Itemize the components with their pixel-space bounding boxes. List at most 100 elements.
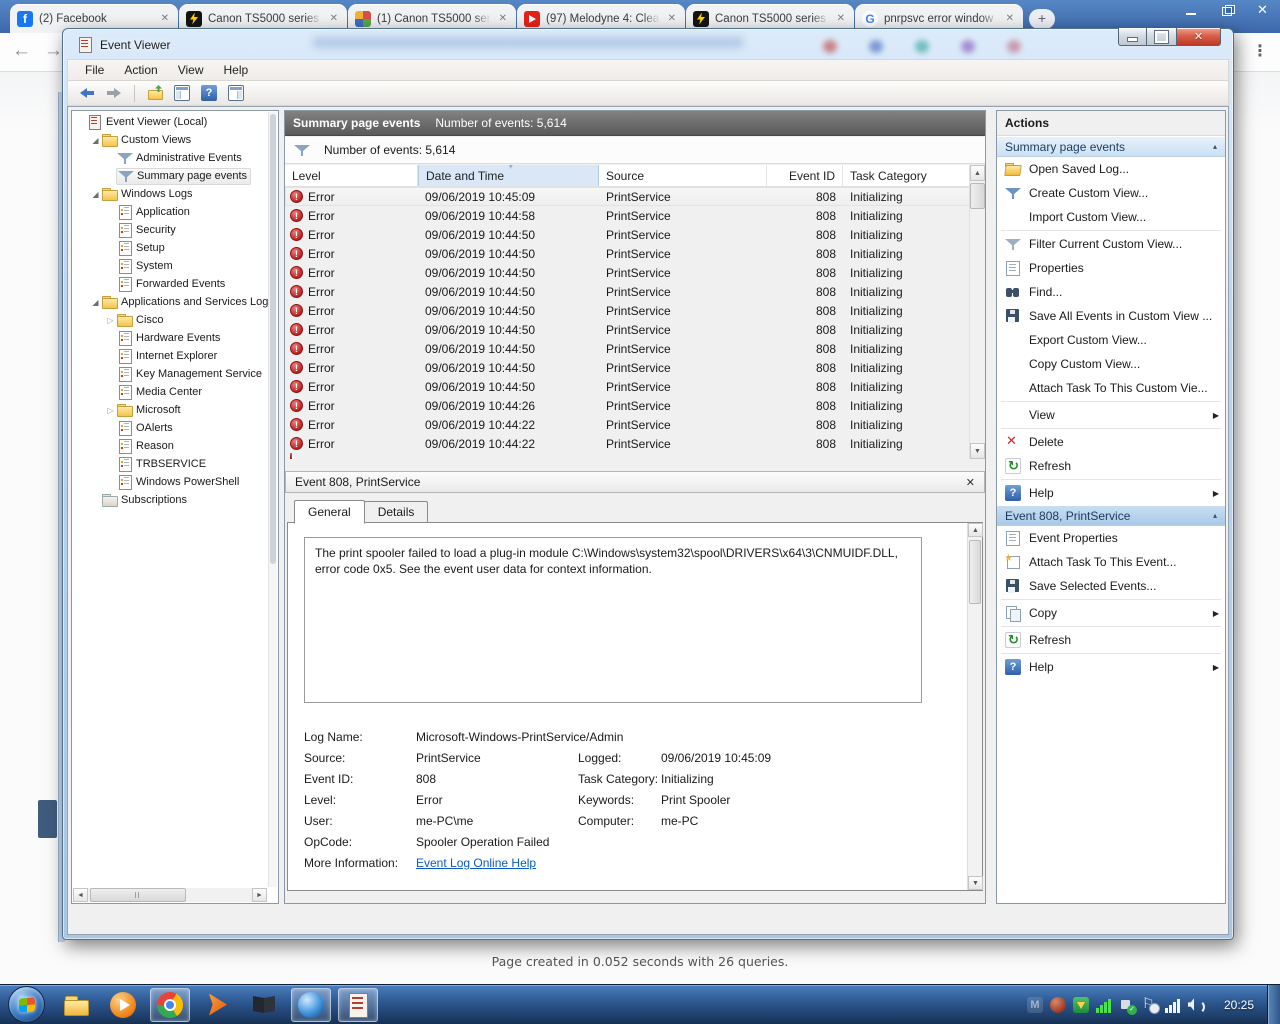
expander-icon[interactable]: ◢: [90, 136, 101, 145]
tab-close-icon[interactable]: ✕: [835, 11, 847, 26]
close-icon[interactable]: [1256, 5, 1270, 17]
toolbar-export-log-button[interactable]: [144, 82, 166, 104]
tab-close-icon[interactable]: ✕: [666, 11, 678, 26]
scroll-up-button[interactable]: ▲: [970, 165, 985, 181]
taskbar-play-orange-button[interactable]: [197, 988, 237, 1022]
taskbar-explorer-button[interactable]: [56, 988, 96, 1022]
restore-icon[interactable]: [1220, 5, 1234, 17]
tree-item-system[interactable]: System: [73, 257, 268, 275]
action-create-custom-view[interactable]: Create Custom View...: [997, 181, 1225, 205]
tree-item-event-viewer-local[interactable]: Event Viewer (Local): [73, 113, 268, 131]
scroll-left-button[interactable]: ◄: [73, 888, 88, 902]
column-header-level[interactable]: Level: [285, 165, 418, 186]
tree-item-application[interactable]: Application: [73, 203, 268, 221]
action-refresh[interactable]: Refresh: [997, 628, 1225, 652]
event-row[interactable]: Error09/06/2019 10:44:26PrintService808I…: [285, 396, 971, 415]
taskbar-event-viewer-button[interactable]: [338, 988, 378, 1022]
tree-item-microsoft[interactable]: ▷Microsoft: [73, 401, 268, 419]
event-row[interactable]: Error09/06/2019 10:44:50PrintService808I…: [285, 263, 971, 282]
browser-menu-icon[interactable]: ⋮: [1252, 41, 1268, 61]
event-row[interactable]: Error09/06/2019 10:44:50PrintService808I…: [285, 282, 971, 301]
scroll-down-button[interactable]: ▼: [970, 443, 985, 459]
event-row[interactable]: Error09/06/2019 10:44:50PrintService808I…: [285, 244, 971, 263]
scroll-right-button[interactable]: ►: [252, 888, 267, 902]
tree-item-administrative-events[interactable]: Administrative Events: [73, 149, 268, 167]
event-row[interactable]: Error09/06/2019 10:44:50PrintService808I…: [285, 339, 971, 358]
column-header-source[interactable]: Source: [599, 165, 767, 186]
event-row[interactable]: Error09/06/2019 10:44:50PrintService808I…: [285, 225, 971, 244]
event-row[interactable]: Error09/06/2019 10:44:58PrintService808I…: [285, 206, 971, 225]
event-row[interactable]: Error09/06/2019 10:44:50PrintService808I…: [285, 377, 971, 396]
close-button[interactable]: [1176, 28, 1221, 46]
action-filter-current-custom-view[interactable]: Filter Current Custom View...: [997, 232, 1225, 256]
event-row[interactable]: Error09/06/2019 10:44:22PrintService808I…: [285, 415, 971, 434]
taskbar-media-orange-button[interactable]: [103, 988, 143, 1022]
column-header-date-and-time[interactable]: Date and Time▾: [418, 165, 599, 186]
action-import-custom-view[interactable]: Import Custom View...: [997, 205, 1225, 229]
network-signal-icon[interactable]: [1165, 997, 1181, 1013]
browser-back-button[interactable]: ←: [12, 40, 31, 62]
tree-item-forwarded-events[interactable]: Forwarded Events: [73, 275, 268, 293]
tree-item-summary-page-events[interactable]: Summary page events: [73, 167, 268, 185]
action-event-properties[interactable]: Event Properties: [997, 526, 1225, 550]
tree-item-setup[interactable]: Setup: [73, 239, 268, 257]
tab-general[interactable]: General: [294, 500, 365, 524]
tree-item-hardware-events[interactable]: Hardware Events: [73, 329, 268, 347]
malwarebytes-icon[interactable]: [1027, 997, 1043, 1013]
action-copy-custom-view[interactable]: Copy Custom View...: [997, 352, 1225, 376]
tree-item-trbservice[interactable]: TRBSERVICE: [73, 455, 268, 473]
action-save-selected-events[interactable]: Save Selected Events...: [997, 574, 1225, 598]
taskbar-chrome-button[interactable]: [150, 988, 190, 1022]
toolbar-console-tree-button[interactable]: [171, 82, 193, 104]
scrollbar-thumb[interactable]: [270, 114, 276, 564]
expander-icon[interactable]: ▷: [105, 406, 116, 415]
event-row[interactable]: Error09/06/2019 10:44:22PrintService808I…: [285, 434, 971, 453]
show-desktop-button[interactable]: [1267, 985, 1280, 1024]
tree-item-subscriptions[interactable]: Subscriptions: [73, 491, 268, 509]
volume-icon[interactable]: [1188, 997, 1204, 1013]
scroll-down-button[interactable]: ▼: [968, 876, 983, 890]
event-row[interactable]: Error09/06/2019 10:44:50PrintService808I…: [285, 320, 971, 339]
idm-green-icon[interactable]: [1073, 997, 1089, 1013]
taskbar-clock[interactable]: 20:25: [1224, 985, 1254, 1024]
event-row[interactable]: Error09/06/2019 10:44:50PrintService808I…: [285, 301, 971, 320]
tree-item-reason[interactable]: Reason: [73, 437, 268, 455]
action-section-header[interactable]: Summary page events▴: [997, 136, 1225, 157]
menu-view[interactable]: View: [169, 61, 213, 79]
tree-item-windows-powershell[interactable]: Windows PowerShell: [73, 473, 268, 491]
detail-scrollbar[interactable]: ▲ ▼: [967, 523, 982, 890]
tree-item-applications-and-services-logs[interactable]: ◢Applications and Services Logs: [73, 293, 268, 311]
taskbar-book-dark-button[interactable]: [244, 988, 284, 1022]
titlebar[interactable]: Event Viewer: [63, 29, 1233, 59]
action-help[interactable]: Help▶: [997, 655, 1225, 679]
taskbar-app-blue-button[interactable]: [291, 988, 331, 1022]
action-save-all-events-in-custom-view[interactable]: Save All Events in Custom View ...: [997, 304, 1225, 328]
tab-close-icon[interactable]: ✕: [1004, 11, 1016, 26]
pane-splitter[interactable]: [285, 459, 985, 471]
column-header-task-category[interactable]: Task Category: [843, 165, 971, 186]
scrollbar-thumb[interactable]: [90, 888, 186, 902]
menu-help[interactable]: Help: [215, 61, 258, 79]
minimize-button[interactable]: [1118, 28, 1147, 46]
action-attach-task-to-this-custom-vie[interactable]: Attach Task To This Custom Vie...: [997, 376, 1225, 400]
action-open-saved-log[interactable]: Open Saved Log...: [997, 157, 1225, 181]
column-header-event-id[interactable]: Event ID: [767, 165, 843, 186]
tree-item-oalerts[interactable]: OAlerts: [73, 419, 268, 437]
toolbar-action-pane-button[interactable]: [225, 82, 247, 104]
action-view[interactable]: View▶: [997, 403, 1225, 427]
tree-vertical-scrollbar[interactable]: [268, 112, 277, 887]
tree-item-security[interactable]: Security: [73, 221, 268, 239]
tree-item-custom-views[interactable]: ◢Custom Views: [73, 131, 268, 149]
action-center-flag-icon[interactable]: [1142, 997, 1158, 1013]
action-export-custom-view[interactable]: Export Custom View...: [997, 328, 1225, 352]
menu-file[interactable]: File: [76, 61, 113, 79]
expander-icon[interactable]: ◢: [90, 298, 101, 307]
tree-item-internet-explorer[interactable]: Internet Explorer: [73, 347, 268, 365]
scrollbar-thumb[interactable]: [969, 540, 981, 604]
action-section-header[interactable]: Event 808, PrintService▴: [997, 505, 1225, 526]
new-tab-button[interactable]: +: [1029, 9, 1055, 29]
event-row[interactable]: Error09/06/2019 10:44:50PrintService808I…: [285, 358, 971, 377]
tree-item-cisco[interactable]: ▷Cisco: [73, 311, 268, 329]
action-copy[interactable]: Copy▶: [997, 601, 1225, 625]
tree-item-media-center[interactable]: Media Center: [73, 383, 268, 401]
